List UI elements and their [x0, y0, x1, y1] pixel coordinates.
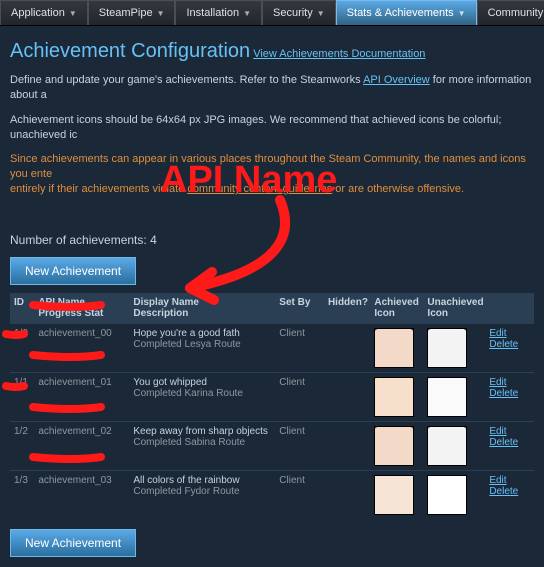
delete-link[interactable]: Delete [489, 339, 530, 350]
achievements-table: ID API NameProgress Stat Display NameDes… [10, 293, 534, 519]
col-hidden: Hidden? [324, 293, 370, 324]
cell-set-by: Client [275, 323, 324, 372]
intro-paragraph-1: Define and update your game's achievemen… [10, 73, 534, 103]
delete-link[interactable]: Delete [489, 486, 530, 497]
unachieved-icon [427, 426, 467, 466]
new-achievement-button-bottom[interactable]: New Achievement [10, 529, 136, 557]
new-achievement-button-top[interactable]: New Achievement [10, 257, 136, 285]
tab-steampipe[interactable]: SteamPipe▼ [88, 0, 176, 25]
intro-paragraph-2: Achievement icons should be 64x64 px JPG… [10, 113, 534, 143]
content-guidelines-link[interactable]: community content guidelines [187, 183, 332, 195]
cell-api-name: achievement_03 [34, 470, 129, 519]
edit-link[interactable]: Edit [489, 377, 530, 388]
unachieved-icon [427, 475, 467, 515]
cell-api-name: achievement_01 [34, 372, 129, 421]
cell-hidden [324, 323, 370, 372]
achieved-icon [374, 377, 414, 417]
cell-hidden [324, 372, 370, 421]
top-tab-bar: Application▼ SteamPipe▼ Installation▼ Se… [0, 0, 544, 26]
warning-paragraph: Since achievements can appear in various… [10, 152, 534, 197]
achievement-count: Number of achievements: 4 [10, 233, 534, 247]
cell-set-by: Client [275, 421, 324, 470]
edit-link[interactable]: Edit [489, 475, 530, 486]
edit-link[interactable]: Edit [489, 426, 530, 437]
cell-hidden [324, 470, 370, 519]
col-achieved-icon: AchievedIcon [370, 293, 423, 324]
achieved-icon [374, 475, 414, 515]
cell-display-name: You got whippedCompleted Karina Route [129, 372, 275, 421]
tab-stats-achievements[interactable]: Stats & Achievements▼ [336, 0, 477, 25]
edit-link[interactable]: Edit [489, 328, 530, 339]
table-row: 1/0achievement_00Hope you're a good fath… [10, 323, 534, 372]
api-overview-link[interactable]: API Overview [363, 74, 430, 86]
col-unachieved-icon: UnachievedIcon [423, 293, 485, 324]
cell-set-by: Client [275, 372, 324, 421]
cell-id: 1/0 [10, 323, 34, 372]
achieved-icon [374, 426, 414, 466]
unachieved-icon [427, 328, 467, 368]
cell-id: 1/1 [10, 372, 34, 421]
cell-display-name: Hope you're a good fathCompleted Lesya R… [129, 323, 275, 372]
cell-api-name: achievement_00 [34, 323, 129, 372]
cell-id: 1/2 [10, 421, 34, 470]
col-id: ID [10, 293, 34, 324]
col-api-name: API NameProgress Stat [34, 293, 129, 324]
table-row: 1/2achievement_02Keep away from sharp ob… [10, 421, 534, 470]
chevron-down-icon: ▼ [458, 9, 466, 18]
chevron-down-icon: ▼ [243, 9, 251, 18]
achieved-icon [374, 328, 414, 368]
col-set-by: Set By [275, 293, 324, 324]
col-display-name: Display NameDescription [129, 293, 275, 324]
cell-display-name: All colors of the rainbowCompleted Fydor… [129, 470, 275, 519]
tab-community[interactable]: Community▼ [477, 0, 544, 25]
table-row: 1/1achievement_01You got whippedComplete… [10, 372, 534, 421]
view-docs-link[interactable]: View Achievements Documentation [253, 48, 425, 60]
cell-display-name: Keep away from sharp objectsCompleted Sa… [129, 421, 275, 470]
delete-link[interactable]: Delete [489, 388, 530, 399]
cell-set-by: Client [275, 470, 324, 519]
tab-application[interactable]: Application▼ [0, 0, 88, 25]
tab-installation[interactable]: Installation▼ [175, 0, 262, 25]
cell-api-name: achievement_02 [34, 421, 129, 470]
chevron-down-icon: ▼ [317, 9, 325, 18]
table-row: 1/3achievement_03All colors of the rainb… [10, 470, 534, 519]
unachieved-icon [427, 377, 467, 417]
page-title: Achievement Configuration [10, 40, 250, 62]
tab-security[interactable]: Security▼ [262, 0, 336, 25]
cell-hidden [324, 421, 370, 470]
chevron-down-icon: ▼ [69, 9, 77, 18]
chevron-down-icon: ▼ [157, 9, 165, 18]
delete-link[interactable]: Delete [489, 437, 530, 448]
cell-id: 1/3 [10, 470, 34, 519]
